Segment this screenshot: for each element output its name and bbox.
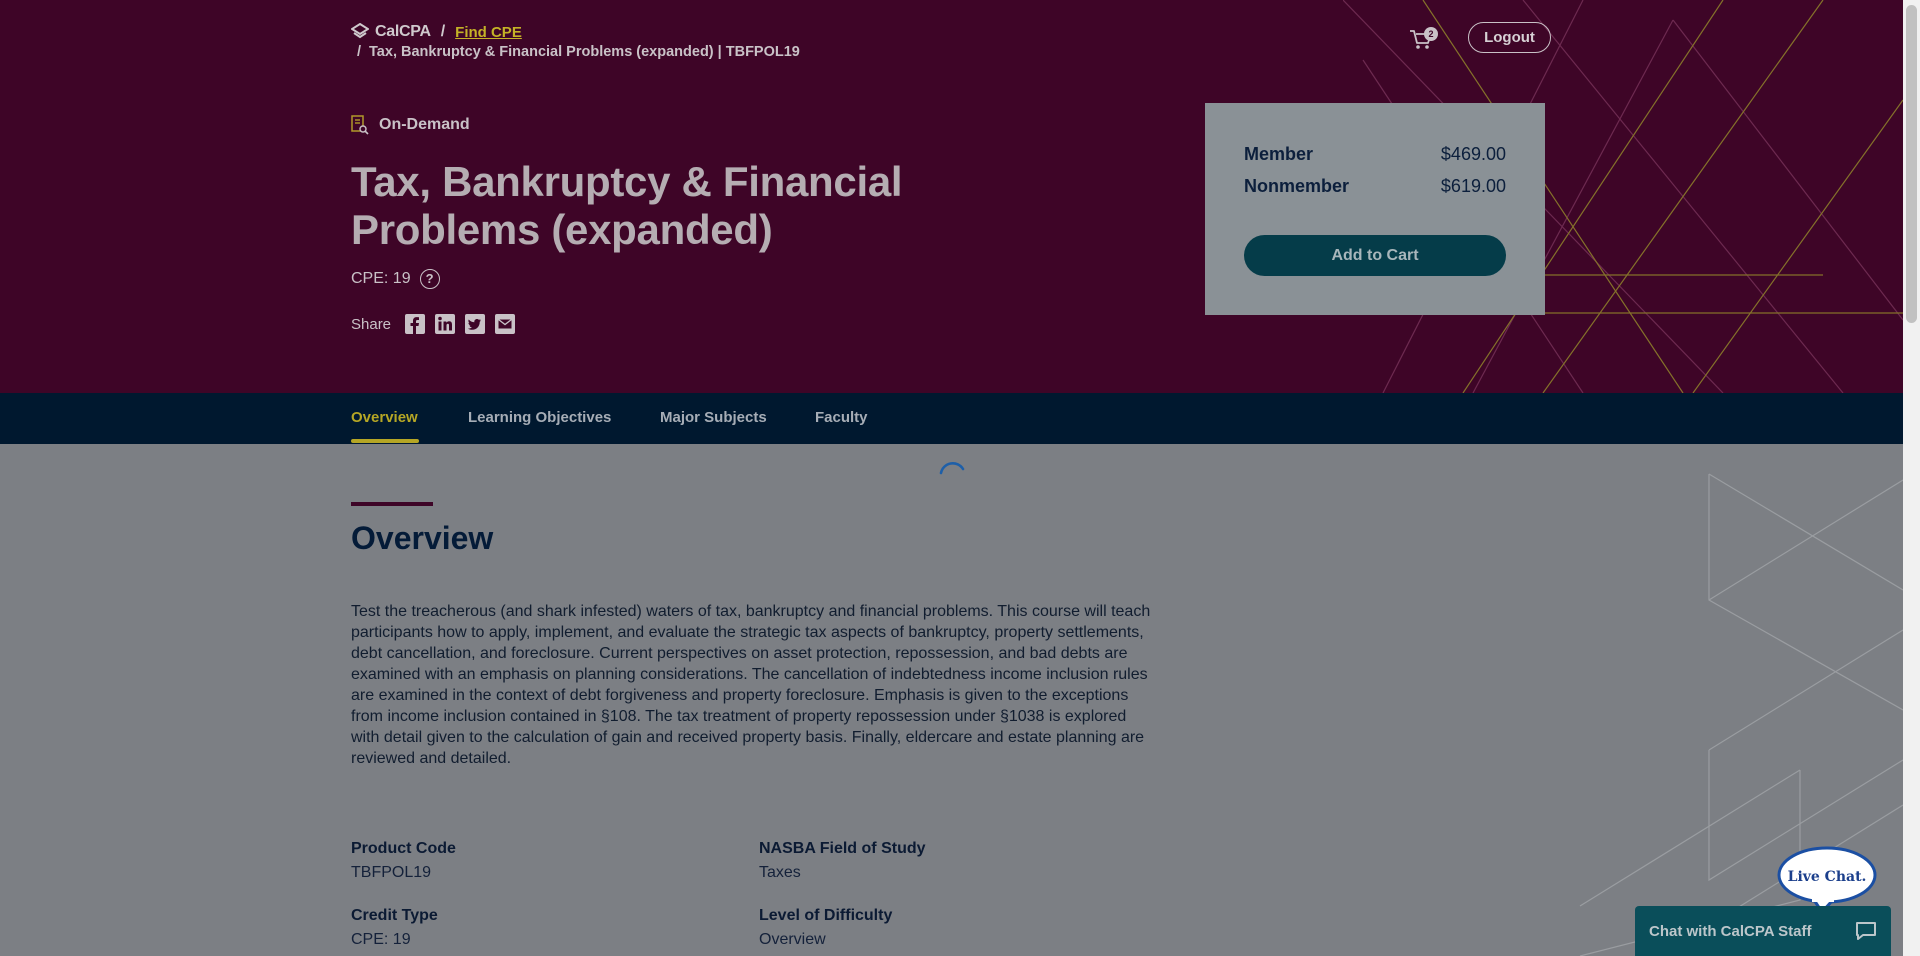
linkedin-icon[interactable] [435,314,456,334]
course-format: On-Demand [351,115,470,135]
course-title: Tax, Bankruptcy & Financial Problems (ex… [351,158,903,253]
cpe-credits: CPE: 19 [351,270,411,287]
breadcrumb-current: Tax, Bankruptcy & Financial Problems (ex… [369,44,800,60]
field-of-study-value: Taxes [759,864,801,881]
loading-spinner-icon [939,462,965,475]
calcpa-logo-icon [351,23,369,39]
logout-button[interactable]: Logout [1468,22,1551,53]
share-label: Share [351,315,392,333]
credit-type-value: CPE: 19 [351,931,411,948]
price-card: Member $469.00 Nonmember $619.00 Add to … [1205,103,1545,315]
chat-bar-label: Chat with CalCPA Staff [1649,922,1812,940]
tab-faculty[interactable]: Faculty [815,393,868,444]
live-chat-bubble[interactable]: Live Chat. [1776,846,1878,914]
live-chat-label: Live Chat. [1788,869,1867,885]
course-hero: CalCPA / Find CPE / Tax, Bankruptcy & Fi… [0,0,1903,393]
on-demand-icon [351,115,369,135]
member-price-row: Member $469.00 [1244,144,1506,165]
section-tabs: Overview Learning Objectives Major Subje… [0,393,1903,444]
nonmember-label: Nonmember [1244,176,1350,196]
breadcrumb-separator: / [440,23,446,40]
difficulty-value: Overview [759,931,826,948]
product-code-label: Product Code [351,840,456,857]
breadcrumb-separator: / [357,44,362,60]
page-scrollbar-thumb[interactable] [1906,5,1917,323]
active-tab-indicator [351,439,419,443]
share-row: Share [351,314,516,334]
tab-overview[interactable]: Overview [351,393,418,444]
member-price: $469.00 [1440,144,1506,164]
chat-icon [1856,922,1876,940]
course-format-label: On-Demand [379,116,470,133]
chat-bar[interactable]: Chat with CalCPA Staff [1635,906,1891,956]
nonmember-price-row: Nonmember $619.00 [1244,176,1506,197]
overview-description: Test the treacherous (and shark infested… [351,603,1151,767]
chat-bubble-icon: Live Chat. [1777,846,1877,914]
help-icon[interactable]: ? [419,269,440,289]
breadcrumb-logo-text[interactable]: CalCPA [375,23,431,41]
difficulty-label: Level of Difficulty [759,907,893,924]
email-icon[interactable] [495,314,516,334]
nonmember-price: $619.00 [1440,176,1506,196]
field-of-study-label: NASBA Field of Study [759,840,926,857]
level-of-difficulty: Level of Difficulty Overview [759,907,892,949]
tab-major-subjects[interactable]: Major Subjects [660,393,767,444]
breadcrumb-find-cpe-link[interactable]: Find CPE [455,24,522,41]
breadcrumb: CalCPA / Find CPE / Tax, Bankruptcy & Fi… [351,22,800,62]
product-code: Product Code TBFPOL19 [351,840,456,882]
field-of-study: NASBA Field of Study Taxes [759,840,926,882]
course-cpe: CPE: 19 ? [351,269,440,289]
add-to-cart-button[interactable]: Add to Cart [1244,235,1506,276]
facebook-icon[interactable] [405,314,426,334]
tab-learning-objectives[interactable]: Learning Objectives [468,393,611,444]
credit-type-label: Credit Type [351,907,438,924]
overview-heading: Overview [351,520,494,556]
overview-accent-bar [351,502,433,506]
twitter-icon[interactable] [465,314,486,334]
member-label: Member [1244,144,1314,164]
product-code-value: TBFPOL19 [351,864,432,881]
credit-type: Credit Type CPE: 19 [351,907,438,949]
cart-count-badge: 2 [1424,27,1438,41]
page: CalCPA / Find CPE / Tax, Bankruptcy & Fi… [0,0,1920,956]
